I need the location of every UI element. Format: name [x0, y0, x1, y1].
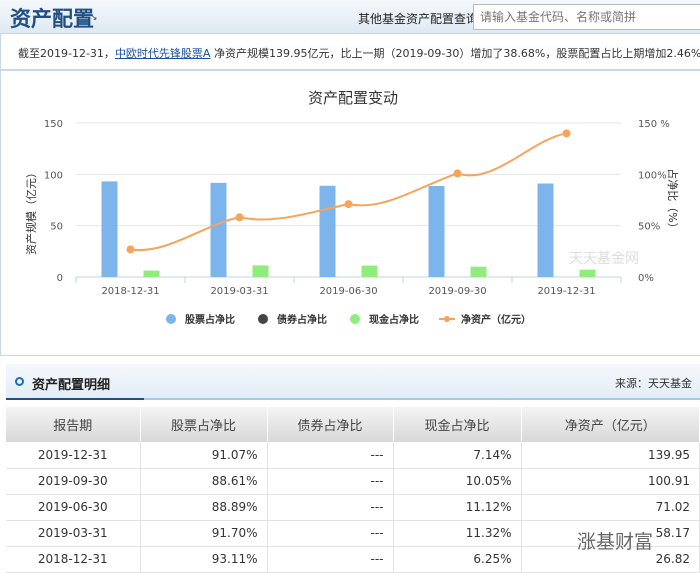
bar-stock [537, 183, 554, 277]
x-tick-label: 2018-12-31 [101, 286, 159, 297]
net-asset-point [344, 200, 353, 209]
table-cell: 2019-03-31 [6, 520, 141, 547]
circle-bullet-icon [15, 377, 24, 386]
expand-arrow-icon[interactable]: ↘ [90, 13, 98, 23]
table-cell: 88.61% [140, 468, 268, 495]
y-tick-label: 150 [44, 119, 63, 130]
fund-link[interactable]: 中欧时代先锋股票A [115, 47, 211, 60]
bar-stock [210, 182, 227, 277]
legend-item: 净资产（亿元） [461, 313, 531, 326]
page-header: 资产配置 ↘ 其他基金资产配置查询: [0, 0, 700, 34]
table-cell: 6.25% [393, 546, 522, 573]
net-asset-point [126, 245, 135, 254]
y-tick-label-right: 100% [638, 170, 667, 181]
chart-title: 资产配置变动 [308, 89, 398, 107]
search-label: 其他基金资产配置查询: [358, 12, 483, 26]
table-cell: --- [267, 442, 394, 469]
legend-marker-icon [350, 314, 360, 324]
net-asset-point [453, 169, 462, 178]
net-asset-line [130, 132, 567, 252]
table-cell: 139.95 [521, 442, 700, 469]
source-label: 来源：天天基金 [615, 377, 692, 390]
table-cell: 2018-12-31 [6, 546, 141, 573]
bar-cash [579, 269, 596, 277]
summary-suffix: 净资产规模139.95亿元，比上一期（2019-09-30）增加了38.68%，… [210, 47, 700, 60]
chart-panel: 资产配置变动 资产规模（亿元） 占净比（%） 天天基金网 0 0% 50 50% 100… [0, 70, 700, 356]
column-header: 报告期 [6, 407, 141, 442]
wechat-watermark: 涨基财富 [577, 531, 654, 553]
net-asset-point [235, 213, 244, 222]
bar-cash [470, 266, 487, 277]
table-cell: 91.07% [140, 442, 268, 469]
legend-marker-icon [444, 316, 450, 322]
x-tick-label: 2019-09-30 [428, 286, 486, 297]
bar-stock [319, 185, 336, 277]
table-cell: 91.70% [140, 520, 268, 547]
summary-line: 截至2019-12-31，中欧时代先锋股票A 净资产规模139.95亿元，比上一… [0, 34, 700, 70]
bar-stock [101, 181, 118, 277]
table-cell: 93.11% [140, 546, 268, 573]
bar-cash [143, 270, 160, 277]
bar-stock [428, 186, 445, 277]
legend-item: 股票占净比 [185, 313, 235, 326]
table-cell: 11.12% [393, 494, 522, 521]
section-underline [6, 398, 144, 400]
fund-search-input[interactable] [473, 4, 700, 30]
table-cell: 71.02 [521, 494, 700, 521]
table-cell: 2019-06-30 [6, 494, 141, 521]
table-cell: 2019-12-31 [6, 442, 141, 469]
legend-marker-icon [166, 314, 176, 324]
legend-item: 债券占净比 [277, 313, 327, 326]
page-title: 资产配置 [10, 7, 94, 31]
asset-allocation-chart: 资产配置变动 资产规模（亿元） 占净比（%） 天天基金网 0 0% 50 50% 100… [24, 89, 680, 326]
table-cell: 100.91 [521, 468, 700, 495]
y-tick-label: 100 [44, 170, 63, 181]
y-axis-label: 资产规模（亿元） [24, 167, 38, 255]
column-header: 债券占净比 [267, 407, 394, 442]
net-asset-point [562, 129, 571, 138]
legend-item: 现金占净比 [369, 313, 419, 326]
table-cell: --- [267, 494, 394, 521]
x-tick-label: 2019-03-31 [210, 286, 268, 297]
table-cell: 88.89% [140, 494, 268, 521]
x-tick-label: 2019-06-30 [319, 286, 377, 297]
table-row: 2019-12-31 91.07% --- 7.14% 139.95 [6, 442, 700, 469]
column-header: 净资产（亿元） [521, 407, 700, 442]
table-row: 2019-09-30 88.61% --- 10.05% 100.91 [6, 468, 700, 495]
y-tick-label-right: 0% [638, 273, 654, 284]
table-row: 2019-06-30 88.89% --- 11.12% 71.02 [6, 494, 700, 521]
y-tick-label-right: 50% [638, 222, 660, 233]
table-cell: --- [267, 546, 394, 573]
x-tick-label: 2019-12-31 [537, 286, 595, 297]
legend-marker-icon [258, 314, 268, 324]
y-tick-label-right: 150 % [638, 119, 670, 130]
y-axis-label-right: 占净比（%） [666, 168, 680, 233]
column-header: 股票占净比 [140, 407, 268, 442]
table-cell: --- [267, 468, 394, 495]
table-cell: 11.32% [393, 520, 522, 547]
y-tick-label: 50 [50, 222, 63, 233]
summary-prefix: 截至2019-12-31， [18, 47, 115, 60]
section-title: 资产配置明细 [32, 378, 111, 393]
table-cell: 2019-09-30 [6, 468, 141, 495]
table-cell: 7.14% [393, 442, 522, 469]
bar-cash [252, 265, 269, 277]
bar-cash [361, 265, 378, 277]
chart-watermark: 天天基金网 [569, 250, 639, 267]
table-cell: 10.05% [393, 468, 522, 495]
y-tick-label: 0 [57, 273, 63, 284]
table-cell: --- [267, 520, 394, 547]
detail-section-header: 资产配置明细 来源：天天基金 [6, 364, 700, 400]
column-header: 现金占净比 [393, 407, 522, 442]
